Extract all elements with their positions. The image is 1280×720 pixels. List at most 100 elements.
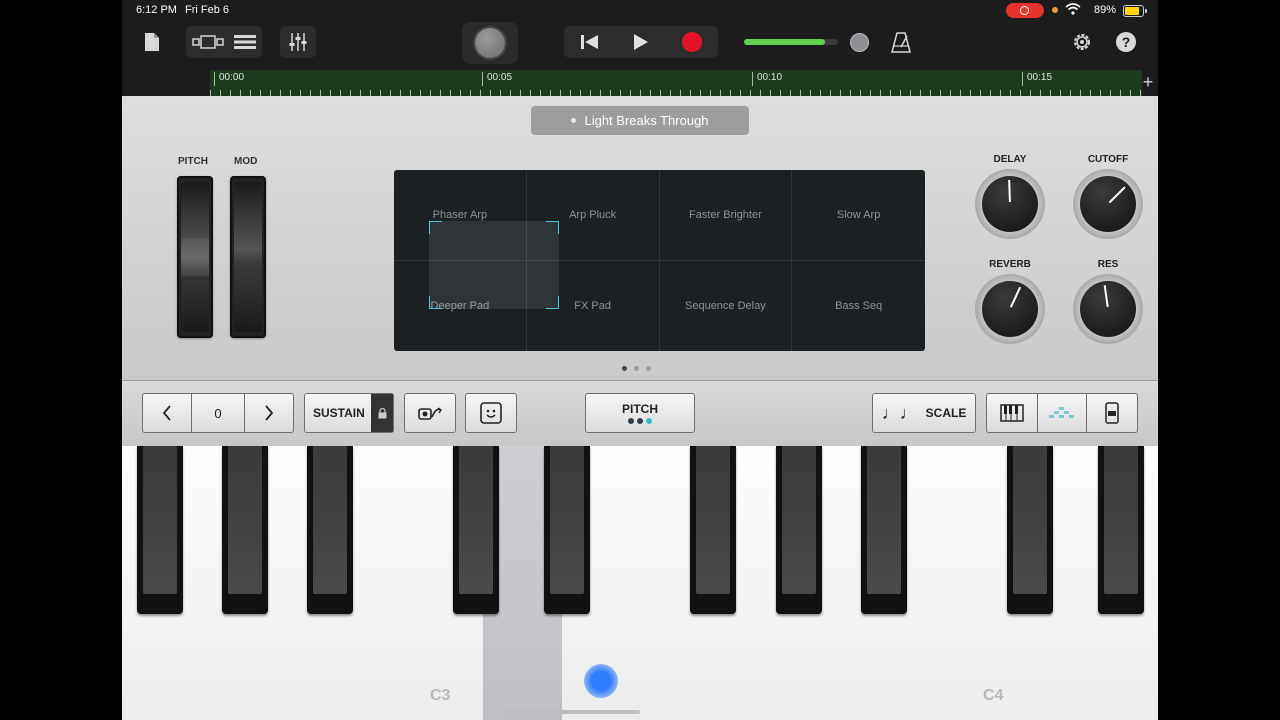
black-key[interactable] (544, 446, 590, 614)
master-volume-knob[interactable] (850, 33, 869, 52)
smart-controls-button[interactable] (462, 22, 518, 64)
chevron-left-icon (162, 405, 171, 421)
res-knob[interactable] (1073, 274, 1143, 344)
pitch-wheel[interactable] (177, 176, 213, 338)
page-indicator[interactable] (622, 366, 651, 371)
record-icon (682, 32, 703, 52)
delay-knob-label: DELAY (993, 154, 1027, 165)
chevron-right-icon (265, 405, 274, 421)
transport-controls (564, 26, 718, 58)
knob-indicator (1008, 179, 1011, 203)
black-key[interactable] (453, 446, 499, 614)
mode-dot (628, 418, 634, 424)
gear-icon[interactable] (1070, 30, 1094, 54)
pad-cell[interactable]: Phaser Arp (394, 170, 527, 261)
pad-cell[interactable]: Faster Brighter (659, 170, 793, 261)
lock-icon[interactable] (371, 394, 393, 432)
cutoff-knob-label: CUTOFF (1087, 154, 1129, 165)
pixel-steps-icon (1049, 407, 1074, 418)
pad-cell[interactable]: Sequence Delay (660, 260, 793, 351)
scale-label: SCALE (925, 406, 967, 420)
smiley-settings-button[interactable] (465, 393, 517, 433)
pad-cell[interactable]: Deeper Pad (394, 260, 527, 351)
touch-indicator (584, 664, 618, 698)
fader-icon (1105, 402, 1119, 424)
black-key[interactable] (307, 446, 353, 614)
knob-cap (1080, 281, 1136, 337)
patch-dot-icon (571, 118, 577, 123)
octave-control: 0 (142, 393, 294, 433)
knob-indicator (1103, 285, 1109, 308)
tracks-view-icon[interactable] (192, 34, 224, 50)
page-dot (634, 366, 639, 371)
level-fill (744, 39, 825, 45)
output-level-meter (744, 39, 838, 45)
black-key[interactable] (690, 446, 736, 614)
mic-in-use-dot-icon (1052, 7, 1058, 13)
status-time: 6:12 PM (136, 4, 177, 16)
status-bar: 6:12 PM Fri Feb 6 89% (122, 0, 1158, 22)
piano-keys-icon (1000, 404, 1024, 422)
help-button[interactable]: ? (1116, 32, 1136, 52)
pad-cell[interactable]: FX Pad (527, 260, 660, 351)
knob-cap (982, 176, 1038, 232)
list-view-icon[interactable] (234, 34, 256, 50)
patch-selector[interactable]: Light Breaks Through (531, 106, 749, 135)
keyboard-layout-button[interactable] (986, 393, 1038, 433)
timeline-ruler[interactable]: 00:00 00:05 00:10 00:15 (210, 70, 1142, 96)
record-button[interactable] (667, 26, 718, 58)
mixer-sliders-icon[interactable] (280, 26, 316, 58)
arpeggio-layout-button[interactable] (1037, 393, 1087, 433)
black-key[interactable] (222, 446, 268, 614)
octave-up-button[interactable] (244, 393, 294, 433)
page-dot (646, 366, 651, 371)
black-key[interactable] (776, 446, 822, 614)
sustain-button[interactable]: SUSTAIN (304, 393, 394, 433)
key-label-c3: C3 (430, 687, 451, 704)
battery-icon (1123, 5, 1147, 17)
black-key[interactable] (1098, 446, 1144, 614)
octave-value: 0 (192, 393, 244, 433)
rewind-icon (580, 35, 598, 49)
black-key[interactable] (1007, 446, 1053, 614)
black-key[interactable] (861, 446, 907, 614)
pitch-mode-dots (628, 418, 652, 424)
battery-fill (1125, 7, 1140, 15)
pad-cell[interactable]: Arp Pluck (526, 170, 660, 261)
transform-pad[interactable]: Phaser Arp Arp Pluck Faster Brighter Slo… (394, 170, 925, 351)
black-key[interactable] (137, 446, 183, 614)
knob-indicator (1108, 186, 1126, 204)
ruler-mark: 00:00 (214, 72, 244, 86)
pad-cell[interactable]: Bass Seq (792, 261, 925, 352)
rewind-button[interactable] (564, 26, 615, 58)
page-dot (622, 366, 627, 371)
toolbar: ? (122, 22, 1158, 70)
pitch-wheel-label: PITCH (178, 156, 208, 167)
fader-layout-button[interactable] (1086, 393, 1138, 433)
home-indicator[interactable] (504, 710, 640, 714)
screen-recording-indicator-icon[interactable] (1006, 3, 1044, 18)
pitch-wheel-thumb (181, 238, 209, 276)
cutoff-knob[interactable] (1073, 169, 1143, 239)
arpeggiator-button[interactable] (404, 393, 456, 433)
reverb-knob[interactable] (975, 274, 1045, 344)
status-date: Fri Feb 6 (185, 4, 230, 16)
knob-cap (1080, 176, 1136, 232)
add-section-button[interactable]: + (1138, 72, 1158, 93)
play-button[interactable] (615, 26, 666, 58)
octave-down-button[interactable] (142, 393, 192, 433)
mode-dot (637, 418, 643, 424)
pitch-mode-button[interactable]: PITCH (585, 393, 695, 433)
play-icon (633, 34, 648, 50)
scale-button[interactable]: ♩♩ SCALE (872, 393, 976, 433)
mod-wheel-label: MOD (234, 156, 258, 167)
delay-knob[interactable] (975, 169, 1045, 239)
mod-wheel[interactable] (230, 176, 266, 338)
mode-dot (646, 418, 652, 424)
knob-cap (982, 281, 1038, 337)
metronome-icon[interactable] (890, 30, 912, 54)
smart-controls-knob-icon (475, 28, 505, 58)
document-icon[interactable] (142, 30, 162, 54)
pad-cell[interactable]: Slow Arp (792, 170, 925, 261)
patch-name: Light Breaks Through (584, 113, 709, 128)
